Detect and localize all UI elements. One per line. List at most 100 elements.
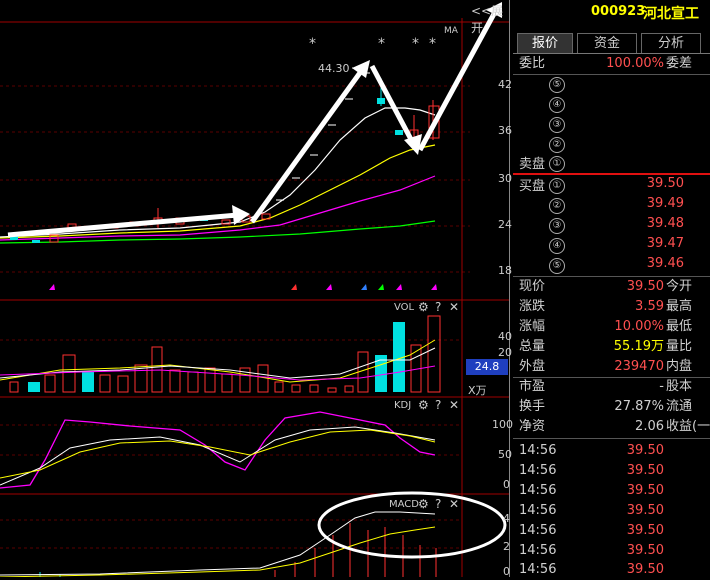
macd-tick: 4	[503, 512, 510, 525]
vol-unit: X万	[468, 384, 487, 397]
weibi-row: 委比 100.00% 委差	[513, 54, 710, 74]
sell-level-3: ③	[549, 117, 565, 133]
star-marker: *	[429, 36, 436, 52]
stock-code: 000923	[591, 4, 646, 19]
buy-level-2: ②	[549, 198, 565, 214]
tick-time: 14:56	[519, 503, 557, 518]
macd-dif-line	[0, 511, 436, 576]
macd-label: MACD	[389, 499, 419, 510]
kdj-settings-gear-icon[interactable]: ⚙	[418, 398, 429, 412]
tick-time: 14:56	[519, 463, 557, 478]
tick-price: 39.50	[626, 543, 664, 558]
tick-price: 39.50	[626, 503, 664, 518]
kdj-label: KDJ	[394, 400, 412, 411]
tab-analysis[interactable]: 分析	[641, 33, 701, 53]
tick-price: 39.50	[626, 463, 664, 478]
kdj-help-icon[interactable]: ?	[435, 398, 441, 412]
stock-name: 河北宣工	[643, 6, 699, 22]
stat-label-right: 今开	[666, 279, 693, 294]
stat-label-right: 内盘	[666, 359, 693, 374]
tick-row: 14:56 39.50	[513, 521, 710, 541]
kdj-d-line	[0, 429, 436, 479]
kline-chart-svg[interactable]	[0, 0, 510, 577]
stat-label-right: 流通	[666, 399, 693, 414]
tick-time: 14:56	[519, 523, 557, 538]
signal-markers	[49, 284, 437, 290]
tick-row: 14:56 39.50	[513, 560, 710, 580]
vol-close-icon[interactable]: ✕	[449, 300, 459, 314]
stat-label: 涨跌	[519, 299, 546, 314]
tick-time: 14:56	[519, 543, 557, 558]
weibi-value: 100.00%	[606, 56, 664, 71]
stat-row: 外盘 239470 内盘	[513, 357, 710, 377]
stat-label: 换手	[519, 399, 546, 414]
vol-label: VOL	[394, 302, 415, 313]
weibi-label: 委比	[519, 56, 546, 71]
price-tick: 42	[498, 78, 512, 91]
volume-bars	[9, 315, 441, 393]
buy-price-5: 39.46	[646, 256, 684, 271]
tick-price: 39.50	[626, 523, 664, 538]
macd-close-icon[interactable]: ✕	[449, 497, 459, 511]
stat-label: 涨幅	[519, 319, 546, 334]
buy-level-3: ③	[549, 218, 565, 234]
stat-label-right: 量比	[666, 339, 693, 354]
price-tick: 24	[498, 218, 512, 231]
stat-row: 换手 27.87% 流通	[513, 397, 710, 417]
buy-price-3: 39.48	[646, 216, 684, 231]
tick-price: 39.50	[626, 562, 664, 577]
price-tick: 18	[498, 264, 512, 277]
macd-help-icon[interactable]: ?	[435, 497, 441, 511]
stat-row: 净资 2.06 收益(一	[513, 417, 710, 437]
tick-row: 14:56 39.50	[513, 541, 710, 561]
sell-level-2: ②	[549, 137, 565, 153]
kdj-j-line	[0, 411, 436, 489]
vol-help-icon[interactable]: ?	[435, 300, 441, 314]
expand-toggle[interactable]: <<展开	[471, 2, 510, 36]
stat-label: 外盘	[519, 359, 546, 374]
macd-settings-gear-icon[interactable]: ⚙	[418, 497, 429, 511]
vol-ma-yellow	[0, 339, 436, 383]
sell-level-4: ④	[549, 97, 565, 113]
stat-label-right: 最高	[666, 299, 693, 314]
kdj-tick: 0	[503, 478, 510, 491]
tick-row: 14:56 39.50	[513, 481, 710, 501]
tab-quote[interactable]: 报价	[517, 33, 573, 53]
stat-row: 总量 55.19万 量比	[513, 337, 710, 357]
stat-value: 55.19万	[613, 339, 664, 354]
stat-value: -	[659, 379, 664, 394]
star-marker: *	[378, 36, 385, 52]
stat-value: 39.50	[626, 279, 664, 294]
buy-label: 买盘	[519, 179, 546, 194]
tick-price: 39.50	[626, 443, 664, 458]
stat-value: 3.59	[635, 299, 664, 314]
macd-tick: 0	[503, 565, 510, 578]
tick-row: 14:56 39.50	[513, 441, 710, 461]
stat-label-right: 股本	[666, 379, 693, 394]
stat-label: 现价	[519, 279, 546, 294]
stat-value: 2.06	[635, 419, 664, 434]
star-marker: *	[412, 36, 419, 52]
macd-tick: 2	[503, 540, 510, 553]
buy-level-5: ⑤	[549, 258, 565, 274]
stat-label-right: 收益(一	[666, 419, 710, 434]
peak-price-label: 44.30	[318, 62, 350, 75]
kdj-tick: 100	[492, 418, 513, 431]
ma-label: MA	[444, 26, 458, 36]
weicha-label: 委差	[666, 56, 693, 71]
stat-row: 涨幅 10.00% 最低	[513, 317, 710, 337]
price-tick: 30	[498, 172, 512, 185]
stat-row: 现价 39.50 今开	[513, 277, 710, 297]
stat-row: 涨跌 3.59 最高	[513, 297, 710, 317]
kdj-tick: 50	[498, 448, 512, 461]
stat-value: 239470	[614, 359, 664, 374]
kline-chart-area[interactable]: <<展开 MA 44.30 * * * * 42 36 30 24 18 VOL…	[0, 0, 513, 578]
tab-funds[interactable]: 资金	[577, 33, 637, 53]
stat-label: 总量	[519, 339, 546, 354]
stat-label: 净资	[519, 419, 546, 434]
price-tick: 36	[498, 124, 512, 137]
buy-price-1: 39.50	[646, 176, 684, 191]
kdj-close-icon[interactable]: ✕	[449, 398, 459, 412]
vol-settings-gear-icon[interactable]: ⚙	[418, 300, 429, 314]
quote-panel: 000923 河北宣工 报价 资金 分析 委比 100.00% 委差 ⑤ ④ ③…	[513, 0, 710, 577]
